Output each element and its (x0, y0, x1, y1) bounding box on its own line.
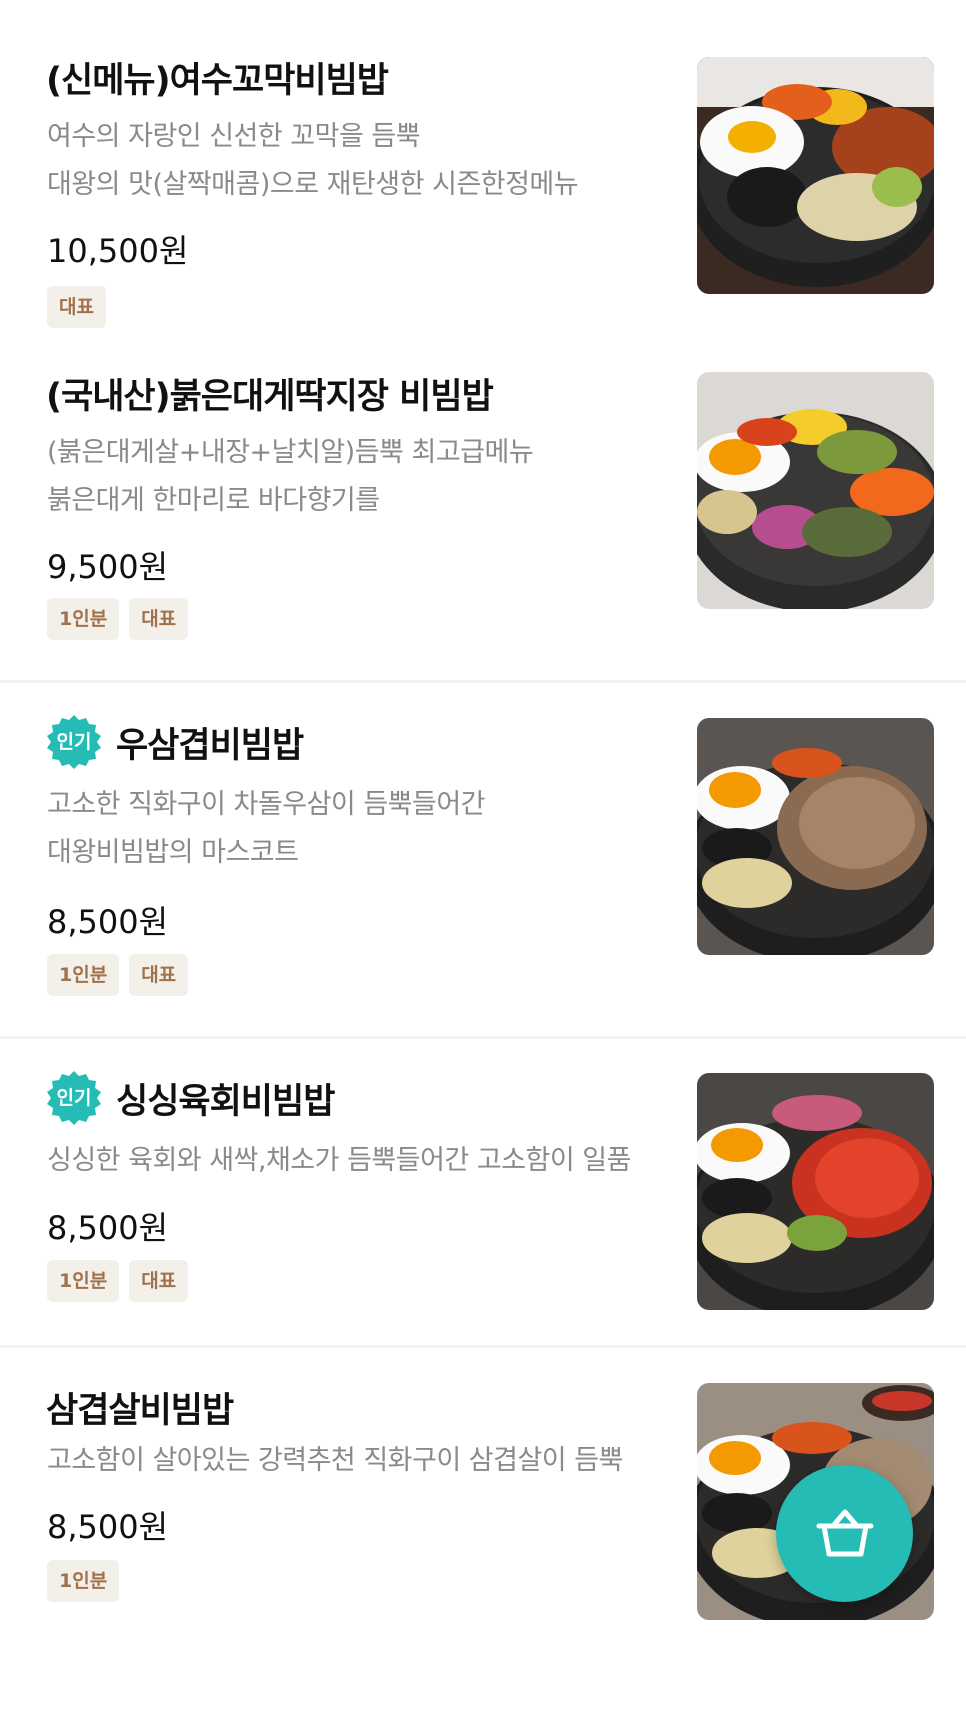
tag-representative: 대표 (129, 598, 189, 640)
menu-item-photo[interactable] (697, 1073, 934, 1310)
popular-badge: 인기 (46, 1070, 102, 1126)
title-row: (국내산)붉은대게딱지장 비빔밥 (46, 368, 494, 419)
title-row: 삼겹살비빔밥 (46, 1382, 234, 1433)
bibimbap-image (697, 718, 934, 955)
tag-representative: 대표 (47, 286, 106, 328)
menu-item-title: (신메뉴)여수꼬막비빔밥 (46, 61, 389, 101)
bibimbap-image (697, 372, 934, 609)
popular-badge-label: 인기 (56, 731, 92, 753)
tag-representative: 대표 (129, 954, 189, 996)
menu-item-tags: 1인분 대표 (47, 954, 189, 996)
tag-single-serving: 1인분 (47, 954, 120, 996)
menu-item-tags: 대표 (47, 286, 106, 328)
tag-single-serving: 1인분 (47, 1560, 120, 1602)
menu-item-tags: 1인분 (47, 1560, 120, 1602)
menu-item-desc-line: 붉은대게 한마리로 바다향기를 (47, 485, 380, 516)
section-divider (0, 1036, 966, 1039)
title-row: 인기 싱싱육회비빔밥 (46, 1070, 335, 1126)
section-divider (0, 680, 966, 683)
menu-item-price: 10,500원 (47, 232, 189, 270)
cart-button[interactable] (776, 1465, 913, 1602)
menu-item-price: 8,500원 (47, 1209, 169, 1247)
menu-item-tags: 1인분 대표 (47, 1260, 189, 1302)
title-row: (신메뉴)여수꼬막비빔밥 (46, 52, 389, 103)
section-divider (0, 1345, 966, 1348)
tag-representative: 대표 (129, 1260, 189, 1302)
menu-item-tags: 1인분 대표 (47, 598, 189, 640)
menu-item-photo[interactable] (697, 718, 934, 955)
menu-item-title: 싱싱육회비빔밥 (116, 1081, 335, 1122)
menu-item-title: 우삼겹비빔밥 (116, 725, 304, 766)
menu-item-desc-line: 여수의 자랑인 신선한 꼬막을 듬뿍 (47, 121, 421, 152)
popular-badge-label: 인기 (56, 1087, 92, 1109)
menu-item-price: 9,500원 (47, 548, 169, 586)
title-row: 인기 우삼겹비빔밥 (46, 714, 304, 770)
tag-single-serving: 1인분 (47, 1260, 120, 1302)
menu-item-desc-line: (붉은대게살+내장+날치알)듬뿍 최고급메뉴 (47, 437, 534, 468)
menu-item-title: 삼겹살비빔밥 (46, 1391, 234, 1431)
menu-item-photo[interactable] (697, 372, 934, 609)
menu-item-photo[interactable] (697, 57, 934, 294)
menu-item-desc-line: 고소한 직화구이 차돌우삼이 듬뿍들어간 (47, 789, 486, 820)
bibimbap-image (697, 1073, 934, 1310)
menu-item-title: (국내산)붉은대게딱지장 비빔밥 (46, 377, 494, 417)
menu-item-price: 8,500원 (47, 1508, 169, 1546)
bibimbap-image (697, 57, 934, 294)
menu-item-desc-line: 대왕의 맛(살짝매콤)으로 재탄생한 시즌한정메뉴 (47, 169, 579, 200)
tag-single-serving: 1인분 (47, 598, 120, 640)
menu-item-price: 8,500원 (47, 903, 169, 941)
popular-badge: 인기 (46, 714, 102, 770)
menu-item-desc-line: 고소함이 살아있는 강력추천 직화구이 삼겹살이 듬뿍 (47, 1445, 623, 1476)
shopping-basket-icon (816, 1509, 873, 1556)
menu-item-desc-line: 싱싱한 육회와 새싹,채소가 듬뿍들어간 고소함이 일품 (47, 1145, 631, 1176)
menu-item-desc-line: 대왕비빔밥의 마스코트 (47, 837, 299, 868)
